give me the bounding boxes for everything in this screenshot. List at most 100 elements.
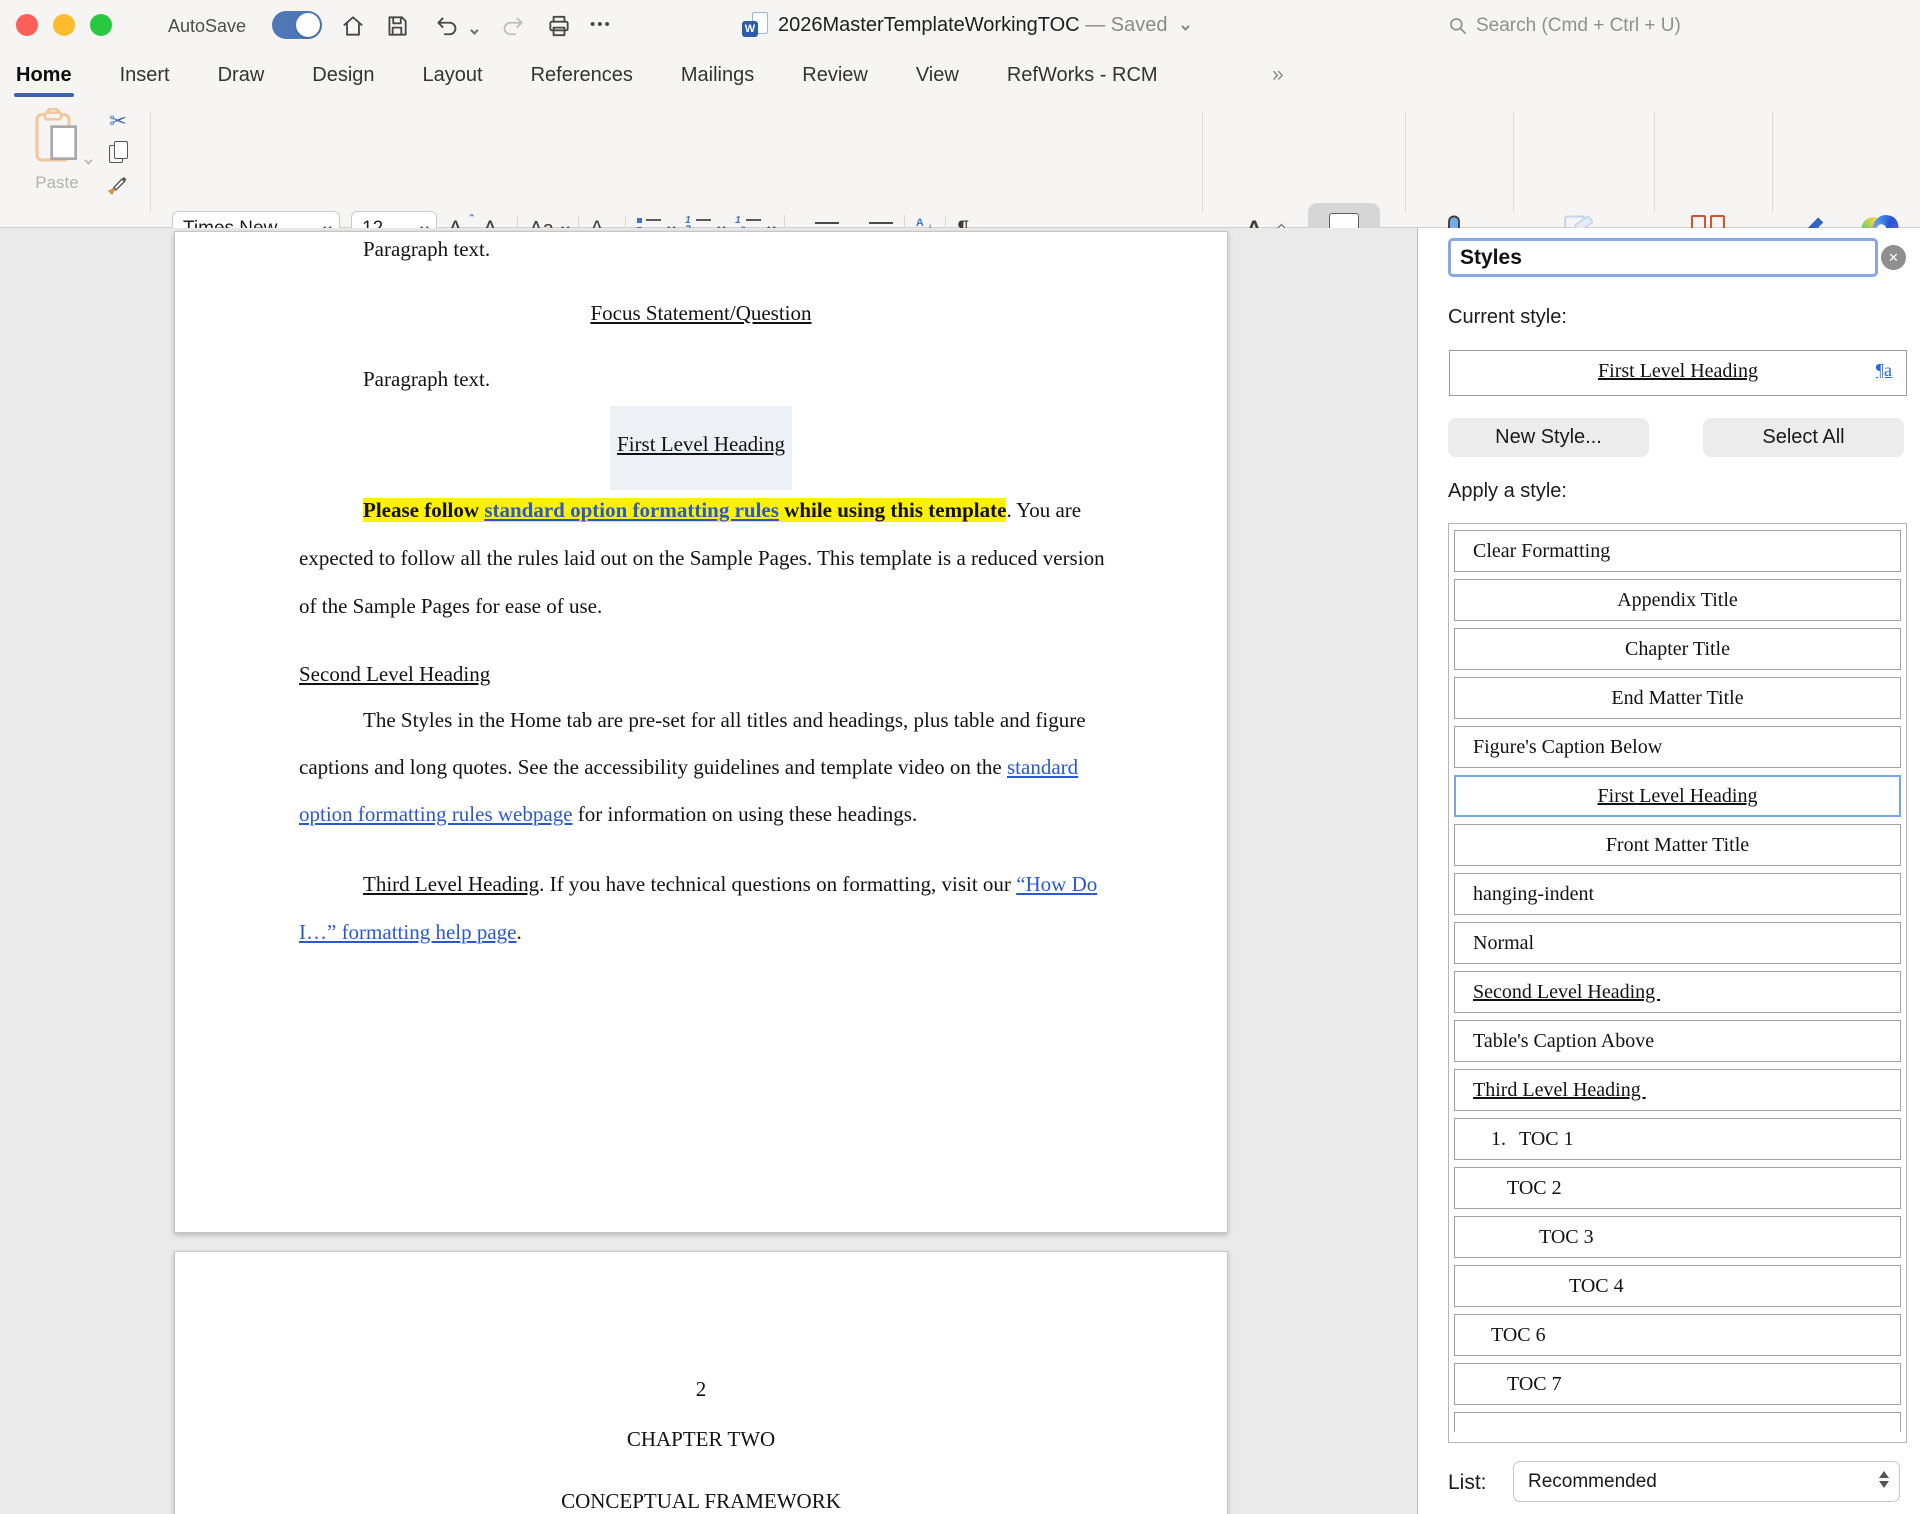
tab-view[interactable]: View (914, 54, 961, 97)
search-placeholder: Search (Cmd + Ctrl + U) (1476, 15, 1681, 37)
style-entry-hanging-indent[interactable]: hanging-indent (1454, 873, 1901, 915)
style-entry-partial[interactable] (1454, 1412, 1901, 1432)
tab-layout[interactable]: Layout (421, 54, 485, 97)
doc-line: CONCEPTUAL FRAMEWORK (175, 1489, 1227, 1514)
stepper-icon (1879, 1471, 1889, 1488)
search-field[interactable]: Search (Cmd + Ctrl + U) (1448, 15, 1681, 37)
document-canvas[interactable]: Paragraph text. Focus Statement/Question P… (0, 228, 1417, 1514)
close-window-button[interactable] (16, 14, 38, 36)
doc-line: 2 (175, 1377, 1227, 1402)
copy-icon[interactable] (109, 141, 127, 163)
style-entry-front-matter-title[interactable]: Front Matter Title (1454, 824, 1901, 866)
current-style-label: Current style: (1448, 306, 1567, 329)
clipboard-icon (33, 108, 81, 164)
style-entry-label: Front Matter Title (1606, 834, 1749, 856)
save-icon[interactable] (384, 13, 410, 39)
format-painter-icon[interactable] (106, 172, 130, 196)
document-page-2[interactable]: 2 CHAPTER TWO CONCEPTUAL FRAMEWORK (174, 1251, 1228, 1514)
tab-insert[interactable]: Insert (118, 54, 172, 97)
search-icon (1448, 16, 1468, 36)
undo-icon[interactable] (434, 13, 460, 39)
style-entry-toc-6[interactable]: TOC 6 (1454, 1314, 1901, 1356)
style-entry-toc-1[interactable]: 1.TOC 1 (1454, 1118, 1901, 1160)
current-style-preview: First Level Heading ¶a (1449, 350, 1907, 396)
save-status: — Saved (1085, 14, 1167, 36)
style-entry-label: Figure's Caption Below (1473, 736, 1662, 758)
autosave-toggle[interactable] (272, 11, 322, 39)
doc-text: Focus Statement/Question (590, 301, 811, 325)
autosave-label: AutoSave (168, 16, 246, 37)
style-entry-label: First Level Heading (1598, 785, 1758, 807)
list-filter-label: List: (1448, 1471, 1487, 1495)
style-entry-label: Appendix Title (1617, 589, 1738, 611)
styles-pane: Styles ✕ Current style: First Level Head… (1417, 228, 1920, 1514)
doc-hyperlink[interactable]: standard option formatting rules (484, 498, 779, 522)
doc-text: The Styles in the Home tab are pre-set f… (363, 708, 1086, 732)
doc-text: 2 (696, 1377, 707, 1401)
paragraph-mark-icon: ¶a (1876, 360, 1892, 381)
doc-line: option formatting rules webpage for info… (299, 802, 917, 827)
paste-dropdown-icon[interactable] (84, 152, 90, 170)
style-entry-chapter-title[interactable]: Chapter Title (1454, 628, 1901, 670)
doc-hyperlink[interactable]: option formatting rules webpage (299, 802, 573, 826)
ribbon-tabs: Home Insert Draw Design Layout References Mail… (14, 50, 1160, 100)
doc-hyperlink[interactable]: “How Do (1016, 872, 1097, 896)
print-icon[interactable] (546, 13, 572, 39)
group-divider (150, 112, 151, 212)
style-entry-appendix-title[interactable]: Appendix Title (1454, 579, 1901, 621)
word-doc-icon: W (742, 12, 768, 38)
minimize-window-button[interactable] (53, 14, 75, 36)
document-page-1[interactable]: Paragraph text. Focus Statement/Question P… (174, 231, 1228, 1233)
style-entry-label: TOC 6 (1491, 1324, 1546, 1346)
tab-design[interactable]: Design (310, 54, 376, 97)
close-pane-icon[interactable]: ✕ (1881, 245, 1906, 270)
apply-style-label: Apply a style: (1448, 480, 1567, 503)
styles-pane-title-field[interactable]: Styles (1448, 238, 1878, 277)
tab-review[interactable]: Review (800, 54, 870, 97)
style-entry-toc-7[interactable]: TOC 7 (1454, 1363, 1901, 1405)
more-commands-icon[interactable]: ••• (590, 16, 612, 33)
doc-text: Paragraph text. (363, 237, 490, 261)
doc-text: Third Level Heading (363, 872, 539, 896)
style-entry-second-level-heading[interactable]: Second Level Heading (1454, 971, 1901, 1013)
tab-refworks-rcm[interactable]: RefWorks - RCM (1005, 54, 1160, 97)
style-entry-third-level-heading[interactable]: Third Level Heading (1454, 1069, 1901, 1111)
style-entry-toc-3[interactable]: TOC 3 (1454, 1216, 1901, 1258)
style-entry-label: TOC 2 (1507, 1177, 1562, 1199)
style-entry-end-matter-title[interactable]: End Matter Title (1454, 677, 1901, 719)
style-entry-toc-4[interactable]: TOC 4 (1454, 1265, 1901, 1307)
doc-text: . (517, 920, 522, 944)
style-entry-first-level-heading[interactable]: First Level Heading (1454, 775, 1901, 817)
paste-button[interactable]: Paste (22, 108, 92, 193)
tab-overflow-icon[interactable]: » (1272, 63, 1282, 87)
style-entry-table-s-caption-above[interactable]: Table's Caption Above (1454, 1020, 1901, 1062)
select-all-button[interactable]: Select All (1703, 418, 1904, 457)
doc-line: Please follow standard option formatting… (363, 498, 1081, 523)
doc-line: captions and long quotes. See the access… (299, 755, 1078, 780)
style-entry-toc-2[interactable]: TOC 2 (1454, 1167, 1901, 1209)
doc-text: Please follow (363, 498, 484, 522)
tab-home[interactable]: Home (14, 54, 74, 97)
zoom-window-button[interactable] (90, 14, 112, 36)
new-style-button[interactable]: New Style... (1448, 418, 1649, 457)
tab-mailings[interactable]: Mailings (679, 54, 756, 97)
list-filter-select[interactable]: Recommended (1513, 1461, 1900, 1502)
doc-line: Third Level Heading. If you have technic… (363, 872, 1097, 897)
style-entry-clear-formatting[interactable]: Clear Formatting (1454, 530, 1901, 572)
list-filter-value: Recommended (1528, 1471, 1657, 1493)
home-icon[interactable] (340, 13, 366, 39)
tab-references[interactable]: References (529, 54, 635, 97)
style-entry-normal[interactable]: Normal (1454, 922, 1901, 964)
redo-icon (500, 13, 526, 39)
doc-hyperlink[interactable]: I…” formatting help page (299, 920, 517, 944)
undo-dropdown-icon[interactable] (470, 22, 476, 40)
doc-text: CHAPTER TWO (627, 1427, 775, 1451)
doc-hyperlink[interactable]: standard (1007, 755, 1078, 779)
titlebar: AutoSave ••• W 2026MasterTemplateWorking… (0, 0, 1920, 50)
tab-draw[interactable]: Draw (216, 54, 267, 97)
title-dropdown-icon[interactable] (1181, 14, 1187, 36)
doc-line: Second Level Heading (299, 662, 490, 687)
cut-icon[interactable]: ✂ (109, 112, 127, 132)
doc-text: while using this template (779, 498, 1007, 522)
style-entry-figure-s-caption-below[interactable]: Figure's Caption Below (1454, 726, 1901, 768)
